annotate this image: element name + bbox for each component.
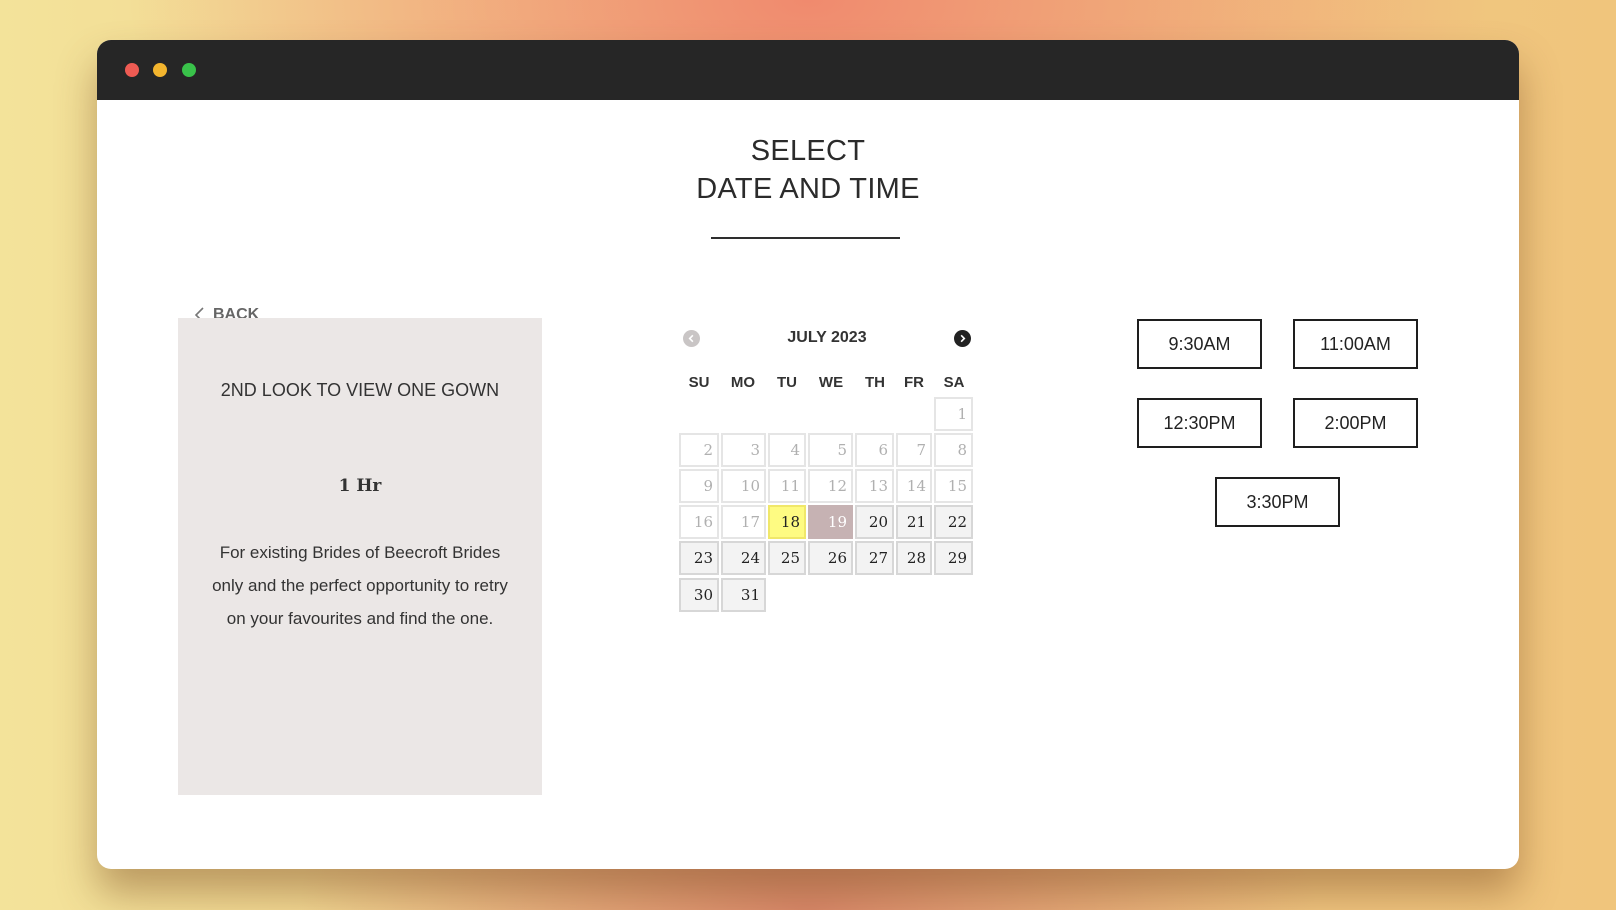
calendar-day[interactable]: 21: [896, 505, 932, 539]
weekday-fr: FR: [904, 374, 924, 391]
calendar-day[interactable]: 20: [855, 505, 894, 539]
title-divider: [711, 237, 900, 239]
calendar-day: 10: [721, 469, 766, 503]
calendar-day[interactable]: 24: [721, 541, 766, 575]
time-slot-button[interactable]: 2:00PM: [1293, 398, 1418, 448]
chevron-right-icon: [960, 334, 966, 343]
calendar-day: 6: [855, 433, 894, 467]
calendar-day: 7: [896, 433, 932, 467]
calendar-header: JULY 2023: [683, 322, 971, 356]
weekday-su: SU: [688, 374, 710, 391]
weekday-th: TH: [865, 374, 885, 391]
close-window-button[interactable]: [125, 63, 139, 77]
calendar-day-today[interactable]: 18: [768, 505, 806, 539]
calendar-day[interactable]: 31: [721, 578, 766, 612]
calendar-day[interactable]: 29: [934, 541, 973, 575]
calendar-day: 9: [679, 469, 719, 503]
calendar-day: 1: [934, 397, 973, 431]
page-title-line-2: DATE AND TIME: [696, 173, 920, 205]
calendar-day-selected[interactable]: 19: [808, 505, 853, 539]
calendar-day[interactable]: 27: [855, 541, 894, 575]
calendar-day: 4: [768, 433, 806, 467]
maximize-window-button[interactable]: [182, 63, 196, 77]
calendar-day: 17: [721, 505, 766, 539]
calendar-day[interactable]: 28: [896, 541, 932, 575]
calendar-day[interactable]: 25: [768, 541, 806, 575]
calendar-day: 3: [721, 433, 766, 467]
next-month-button[interactable]: [954, 330, 971, 347]
calendar-day: 14: [896, 469, 932, 503]
calendar-day[interactable]: 22: [934, 505, 973, 539]
calendar-day: 16: [679, 505, 719, 539]
time-slot-button[interactable]: 3:30PM: [1215, 477, 1340, 527]
calendar-day[interactable]: 23: [679, 541, 719, 575]
window-titlebar: [97, 40, 1519, 100]
calendar-day: 11: [768, 469, 806, 503]
calendar-day: 15: [934, 469, 973, 503]
service-duration: 1 Hr: [338, 476, 382, 496]
time-slot-button[interactable]: 11:00AM: [1293, 319, 1418, 369]
calendar-day[interactable]: 26: [808, 541, 853, 575]
time-slot-button[interactable]: 12:30PM: [1137, 398, 1262, 448]
time-slot-button[interactable]: 9:30AM: [1137, 319, 1262, 369]
weekday-we: WE: [818, 374, 844, 391]
calendar-day: 13: [855, 469, 894, 503]
weekday-sa: SA: [943, 374, 965, 391]
calendar-day: 12: [808, 469, 853, 503]
service-card: 2ND LOOK TO VIEW ONE GOWN 1 Hr For exist…: [178, 318, 542, 795]
service-description: For existing Brides of Beecroft Brides o…: [212, 543, 508, 628]
month-label: JULY 2023: [787, 329, 867, 346]
minimize-window-button[interactable]: [153, 63, 167, 77]
calendar-day: 5: [808, 433, 853, 467]
weekday-tu: TU: [777, 374, 797, 391]
calendar-day: 2: [679, 433, 719, 467]
calendar-day[interactable]: 30: [679, 578, 719, 612]
page-title-line-1: SELECT: [750, 135, 866, 167]
calendar-day: 8: [934, 433, 973, 467]
service-name: 2ND LOOK TO VIEW ONE GOWN: [220, 380, 500, 400]
weekday-mo: MO: [730, 374, 756, 391]
browser-window: SELECT DATE AND TIME BACK 2ND LOOK TO VI…: [97, 40, 1519, 869]
page-title: SELECT DATE AND TIME: [97, 132, 1519, 208]
